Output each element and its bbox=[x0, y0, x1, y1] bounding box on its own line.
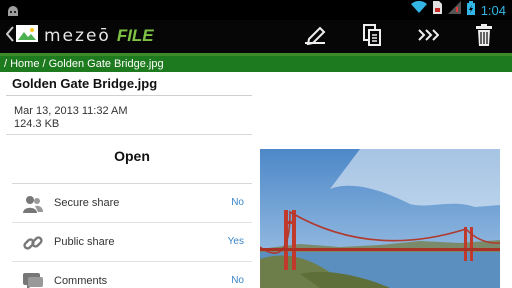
users-icon bbox=[22, 193, 44, 215]
row-divider bbox=[12, 261, 252, 262]
sim-icon bbox=[432, 1, 442, 19]
option-label: Comments bbox=[54, 275, 108, 287]
app-logo[interactable]: mezeō FILE bbox=[5, 25, 154, 47]
divider bbox=[6, 134, 252, 135]
option-comments[interactable]: Comments No bbox=[12, 263, 252, 288]
signal-icon bbox=[447, 1, 461, 19]
copy-icon bbox=[363, 23, 381, 51]
file-date: Mar 13, 2013 11:32 AM bbox=[14, 105, 128, 117]
option-public-share[interactable]: Public share Yes bbox=[12, 224, 252, 262]
delete-button[interactable] bbox=[471, 23, 497, 51]
trash-icon bbox=[476, 23, 492, 51]
file-size: 124.3 KB bbox=[14, 118, 60, 130]
image-preview[interactable] bbox=[259, 149, 501, 288]
divider bbox=[6, 95, 252, 96]
comment-icon bbox=[22, 271, 44, 288]
brand-file: FILE bbox=[116, 26, 154, 45]
option-value[interactable]: Yes bbox=[228, 236, 244, 247]
status-bar: 1:04 bbox=[0, 0, 512, 20]
divider bbox=[12, 183, 252, 184]
file-name: Golden Gate Bridge.jpg bbox=[12, 76, 158, 91]
wifi-icon bbox=[410, 0, 427, 19]
clock: 1:04 bbox=[480, 2, 506, 18]
breadcrumb[interactable]: / Home / Golden Gate Bridge.jpg bbox=[0, 56, 512, 72]
open-button[interactable]: Open bbox=[12, 142, 252, 170]
back-chevron-icon[interactable] bbox=[5, 25, 14, 47]
row-divider bbox=[12, 222, 252, 223]
rename-button[interactable] bbox=[302, 25, 328, 49]
copy-button[interactable] bbox=[359, 23, 385, 51]
forward-button[interactable] bbox=[415, 25, 441, 49]
option-value[interactable]: No bbox=[231, 197, 244, 208]
option-label: Public share bbox=[54, 236, 115, 248]
file-details-panel: Golden Gate Bridge.jpg Mar 13, 2013 11:3… bbox=[0, 72, 512, 288]
rename-icon bbox=[303, 25, 327, 50]
action-bar: mezeō FILE bbox=[0, 20, 512, 53]
brand-word: mezeō bbox=[44, 26, 111, 46]
option-value[interactable]: No bbox=[231, 275, 244, 286]
option-label: Secure share bbox=[54, 197, 120, 209]
forward-icon bbox=[417, 28, 440, 47]
image-thumbnail-icon bbox=[16, 25, 38, 47]
link-icon bbox=[22, 232, 44, 254]
option-secure-share[interactable]: Secure share No bbox=[12, 185, 252, 223]
battery-icon bbox=[466, 0, 475, 20]
